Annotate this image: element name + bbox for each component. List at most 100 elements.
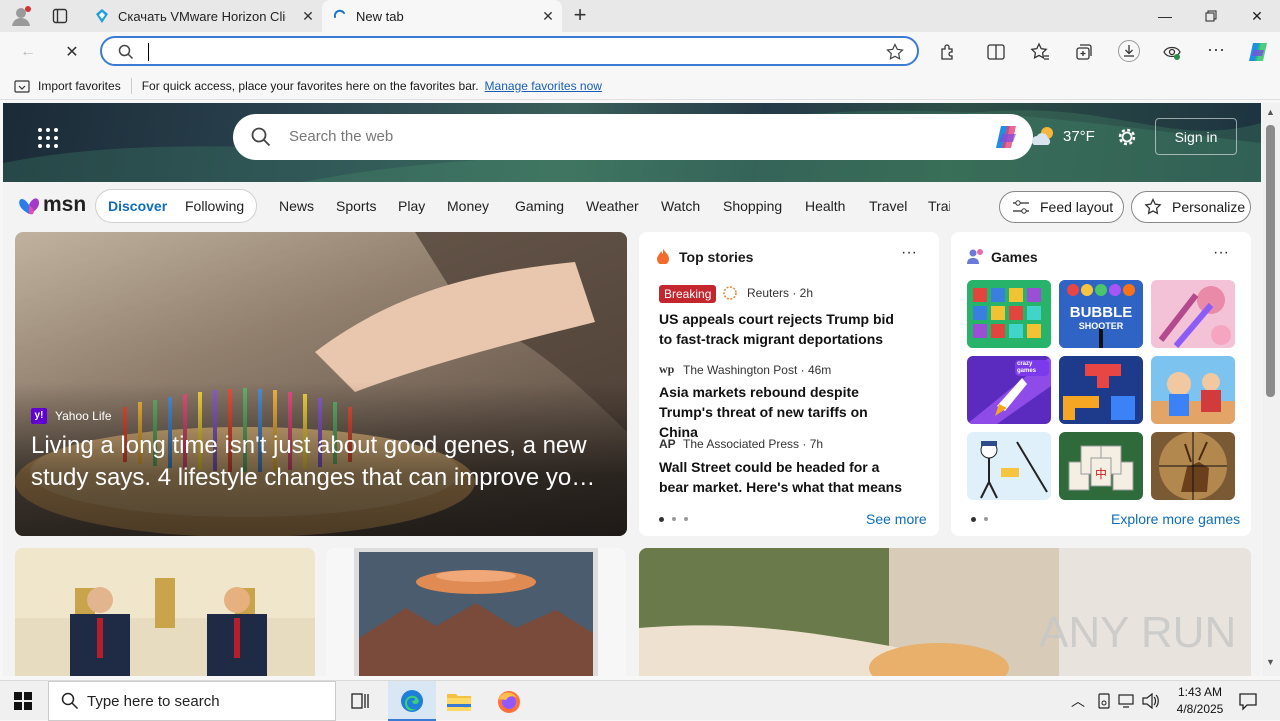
close-tab-icon[interactable]: ✕ [300, 8, 316, 24]
tab-discover[interactable]: Discover [108, 198, 167, 214]
notifications-icon[interactable] [1238, 691, 1258, 711]
nav-weather[interactable]: Weather [586, 198, 639, 214]
game-tile-hunter[interactable] [1151, 432, 1235, 500]
vmware-favicon-icon [96, 9, 108, 23]
news-card-laptop[interactable] [326, 548, 626, 676]
profile-icon[interactable] [10, 5, 32, 27]
new-tab-button[interactable]: + [568, 4, 592, 28]
msn-logo-text: msn [43, 193, 87, 216]
more-menu-icon[interactable]: ··· [1206, 40, 1226, 62]
split-screen-icon[interactable] [986, 42, 1006, 62]
nav-sports[interactable]: Sports [336, 198, 376, 214]
favorites-icon[interactable] [1030, 42, 1050, 62]
manage-favorites-link[interactable]: Manage favorites now [485, 79, 602, 93]
task-view-icon[interactable] [350, 691, 370, 711]
extensions-icon[interactable] [938, 42, 958, 62]
back-arrow-icon[interactable]: ← [16, 40, 40, 64]
nav-traffic[interactable]: Trai [928, 198, 950, 214]
show-hidden-icons-chevron-icon[interactable]: ︿ [1071, 691, 1085, 711]
address-input[interactable] [146, 42, 846, 60]
close-tab-icon[interactable]: ✕ [540, 8, 556, 24]
volume-icon[interactable] [1142, 692, 1160, 710]
nav-travel[interactable]: Travel [869, 198, 907, 214]
scroll-up-arrow-icon[interactable]: ▲ [1266, 107, 1275, 117]
vertical-scrollbar[interactable]: ▲ ▼ [1262, 103, 1280, 676]
game-tile-hotel[interactable] [1151, 356, 1235, 424]
network-icon[interactable] [1118, 693, 1136, 709]
game-tile-stickman[interactable] [967, 432, 1051, 500]
restore-button[interactable] [1188, 0, 1234, 32]
taskbar-search[interactable]: Type here to search [48, 681, 336, 721]
games-carousel-dots[interactable] [971, 517, 988, 522]
nav-watch[interactable]: Watch [661, 198, 700, 214]
copilot-search-icon[interactable] [993, 124, 1021, 150]
explore-more-games-link[interactable]: Explore more games [1111, 511, 1240, 527]
address-bar[interactable] [100, 36, 919, 66]
tab-new-tab[interactable]: New tab ✕ [322, 0, 562, 32]
weather-icon[interactable] [1031, 125, 1059, 147]
story-headline[interactable]: Wall Street could be headed for a bear m… [659, 457, 909, 497]
device-icon[interactable] [1096, 693, 1112, 709]
see-more-link[interactable]: See more [866, 511, 927, 527]
import-favorites-icon[interactable] [14, 79, 30, 93]
game-tile-blocks[interactable] [1059, 356, 1143, 424]
watermark-text: ANY RUN [1039, 608, 1237, 657]
downloads-icon[interactable] [1118, 40, 1140, 62]
bubble-shooter-title: BUBBLE [1069, 304, 1133, 321]
import-favorites-button[interactable]: Import favorites [38, 79, 121, 93]
hero-story-card[interactable]: y! Yahoo Life Living a long time isn't j… [15, 232, 627, 536]
clock-time[interactable]: 1:43 AM [1174, 685, 1226, 699]
favorites-bar: Import favorites For quick access, place… [0, 72, 1280, 100]
tab-following[interactable]: Following [185, 198, 244, 214]
clock-date[interactable]: 4/8/2025 [1170, 702, 1230, 716]
msn-logo[interactable]: msn [17, 191, 87, 219]
games-more-icon[interactable]: ··· [1213, 244, 1229, 262]
scroll-down-arrow-icon[interactable]: ▼ [1266, 657, 1275, 667]
tab-actions-icon[interactable] [52, 8, 68, 24]
game-tile-makeup[interactable] [1151, 280, 1235, 348]
hero-headline[interactable]: Living a long time isn't just about good… [31, 430, 621, 494]
collections-icon[interactable] [1074, 42, 1094, 62]
personalize-button[interactable]: Personalize [1131, 191, 1251, 223]
feed-layout-button[interactable]: Feed layout [999, 191, 1124, 223]
nav-gaming[interactable]: Gaming [515, 198, 564, 214]
edge-taskbar-icon[interactable] [388, 681, 436, 721]
game-tile-bubble-shooter[interactable]: BUBBLE SHOOTER [1059, 280, 1143, 348]
game-tile-jewels[interactable] [967, 280, 1051, 348]
game-tile-rocket[interactable]: crazy games [967, 356, 1051, 424]
close-window-button[interactable]: ✕ [1234, 0, 1280, 32]
tab-vmware[interactable]: Скачать VMware Horizon Client ✕ [84, 0, 322, 32]
nav-money[interactable]: Money [447, 198, 489, 214]
carousel-dots[interactable] [659, 517, 688, 522]
story-headline[interactable]: US appeals court rejects Trump bid to fa… [659, 309, 909, 349]
copilot-icon[interactable] [1246, 40, 1270, 64]
minimize-button[interactable]: — [1142, 0, 1188, 32]
tab-title: New tab [356, 8, 404, 24]
app-launcher-icon[interactable] [37, 127, 59, 149]
stop-loading-icon[interactable]: ✕ [60, 40, 84, 64]
firefox-icon[interactable] [496, 689, 522, 715]
nav-shopping[interactable]: Shopping [723, 198, 782, 214]
settings-gear-icon[interactable] [1116, 126, 1138, 148]
favbar-message: For quick access, place your favorites h… [141, 78, 479, 93]
windows-start-icon[interactable] [14, 692, 32, 710]
story-source: AP The Associated Press · 7h [659, 437, 823, 451]
sign-in-button[interactable]: Sign in [1155, 118, 1237, 155]
nav-health[interactable]: Health [805, 198, 845, 214]
story-headline[interactable]: Asia markets rebound despite Trump's thr… [659, 382, 909, 442]
news-card-white-house[interactable] [15, 548, 315, 676]
web-search-box[interactable]: Search the web [233, 114, 1033, 160]
scroll-thumb[interactable] [1266, 125, 1275, 397]
story-source-text: The Associated Press · 7h [683, 437, 824, 451]
game-tile-mahjong[interactable]: 中 [1059, 432, 1143, 500]
nav-play[interactable]: Play [398, 198, 425, 214]
top-stories-heading: Top stories [679, 249, 754, 265]
browser-essentials-icon[interactable] [1162, 42, 1182, 62]
breaking-badge: Breaking [659, 285, 717, 303]
temperature[interactable]: 37°F [1063, 128, 1095, 145]
text-cursor [148, 43, 149, 61]
top-stories-more-icon[interactable]: ··· [901, 244, 917, 262]
file-explorer-icon[interactable] [446, 689, 472, 713]
nav-news[interactable]: News [279, 198, 314, 214]
favorite-star-icon[interactable] [886, 43, 904, 61]
